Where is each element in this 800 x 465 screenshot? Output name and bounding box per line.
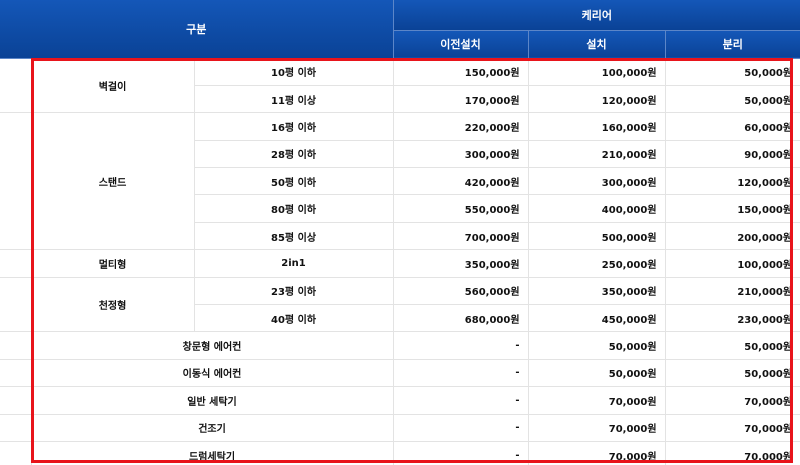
column-header-removal: 분리	[665, 30, 800, 59]
row-padding	[0, 386, 32, 415]
size-cell: 85평 이상	[194, 222, 394, 251]
row-padding	[0, 112, 32, 251]
price-cell: -	[393, 441, 529, 465]
price-cell: 500,000원	[528, 222, 666, 251]
size-cell: 11평 이상	[194, 85, 394, 114]
price-cell: 350,000원	[393, 249, 529, 278]
price-cell: 60,000원	[665, 112, 800, 141]
category-header: 구분	[0, 0, 394, 59]
row-padding	[0, 359, 32, 388]
row-padding	[0, 277, 32, 333]
price-cell: -	[393, 414, 529, 442]
row-padding	[0, 249, 32, 278]
price-cell: 250,000원	[528, 249, 666, 278]
size-cell: 16평 이하	[194, 112, 394, 141]
price-cell: 100,000원	[528, 58, 666, 86]
price-cell: 50,000원	[665, 58, 800, 86]
price-cell: 160,000원	[528, 112, 666, 141]
table-row: 스탠드 16평 이하 220,000원 160,000원 60,000원	[0, 112, 800, 251]
size-cell: 50평 이하	[194, 167, 394, 196]
table-row: 일반 세탁기 - 70,000원 70,000원	[0, 386, 800, 415]
price-cell: 100,000원	[665, 249, 800, 278]
size-cell: 10평 이하	[194, 58, 394, 86]
category-cell: 스탠드	[31, 112, 195, 251]
price-cell: 50,000원	[665, 85, 800, 114]
table-row: 창문형 에어컨 - 50,000원 50,000원	[0, 331, 800, 360]
size-cell: 28평 이하	[194, 140, 394, 169]
price-cell: 300,000원	[393, 140, 529, 169]
category-cell: 드럼세탁기	[31, 441, 394, 465]
price-cell: 200,000원	[665, 222, 800, 251]
price-cell: 90,000원	[665, 140, 800, 169]
category-cell: 건조기	[31, 414, 394, 442]
price-cell: 350,000원	[528, 277, 666, 306]
price-cell: -	[393, 359, 529, 388]
size-cell: 40평 이하	[194, 304, 394, 333]
price-cell: 70,000원	[665, 441, 800, 465]
price-cell: 220,000원	[393, 112, 529, 141]
price-cell: 120,000원	[665, 167, 800, 196]
category-cell: 창문형 에어컨	[31, 331, 394, 360]
price-cell: -	[393, 386, 529, 415]
table-row: 벽걸이 10평 이하 150,000원 100,000원 50,000원	[0, 58, 800, 114]
price-cell: 420,000원	[393, 167, 529, 196]
table-row: 건조기 - 70,000원 70,000원	[0, 414, 800, 442]
row-padding	[0, 441, 32, 465]
category-cell: 이동식 에어컨	[31, 359, 394, 388]
price-cell: 210,000원	[528, 140, 666, 169]
category-cell: 일반 세탁기	[31, 386, 394, 415]
price-cell: 70,000원	[665, 414, 800, 442]
table-header: 구분 케리어 이전설치 설치 분리	[0, 0, 800, 59]
price-cell: 70,000원	[528, 441, 666, 465]
price-cell: 560,000원	[393, 277, 529, 306]
row-padding	[0, 58, 32, 114]
column-header-install: 설치	[528, 30, 666, 59]
table-row: 이동식 에어컨 - 50,000원 50,000원	[0, 359, 800, 388]
category-cell: 천정형	[31, 277, 195, 333]
price-cell: 170,000원	[393, 85, 529, 114]
price-cell: 150,000원	[393, 58, 529, 86]
price-cell: 50,000원	[528, 331, 666, 360]
size-cell: 23평 이하	[194, 277, 394, 306]
table-body: 벽걸이 10평 이하 150,000원 100,000원 50,000원 11평…	[0, 58, 800, 465]
price-cell: 50,000원	[528, 359, 666, 388]
row-padding	[0, 331, 32, 360]
price-cell: 300,000원	[528, 167, 666, 196]
price-cell: -	[393, 331, 529, 360]
price-cell: 210,000원	[665, 277, 800, 306]
brand-group-header: 케리어	[393, 0, 800, 31]
price-cell: 70,000원	[528, 386, 666, 415]
price-cell: 450,000원	[528, 304, 666, 333]
size-cell: 2in1	[194, 249, 394, 278]
row-padding	[0, 414, 32, 442]
column-header-relocation: 이전설치	[393, 30, 529, 59]
price-cell: 70,000원	[665, 386, 800, 415]
table-row: 멀티형 2in1 350,000원 250,000원 100,000원	[0, 249, 800, 278]
price-cell: 50,000원	[665, 331, 800, 360]
size-cell: 80평 이하	[194, 194, 394, 223]
table-row: 드럼세탁기 - 70,000원 70,000원	[0, 441, 800, 465]
price-cell: 120,000원	[528, 85, 666, 114]
table-row: 천정형 23평 이하 560,000원 350,000원 210,000원	[0, 277, 800, 333]
price-cell: 680,000원	[393, 304, 529, 333]
price-cell: 150,000원	[665, 194, 800, 223]
price-cell: 50,000원	[665, 359, 800, 388]
category-cell: 벽걸이	[31, 58, 195, 114]
price-cell: 400,000원	[528, 194, 666, 223]
price-cell: 700,000원	[393, 222, 529, 251]
price-cell: 70,000원	[528, 414, 666, 442]
price-cell: 230,000원	[665, 304, 800, 333]
price-cell: 550,000원	[393, 194, 529, 223]
category-cell: 멀티형	[31, 249, 195, 278]
price-table: 구분 케리어 이전설치 설치 분리 벽걸이 10평 이하 150,000원 10…	[0, 0, 800, 465]
